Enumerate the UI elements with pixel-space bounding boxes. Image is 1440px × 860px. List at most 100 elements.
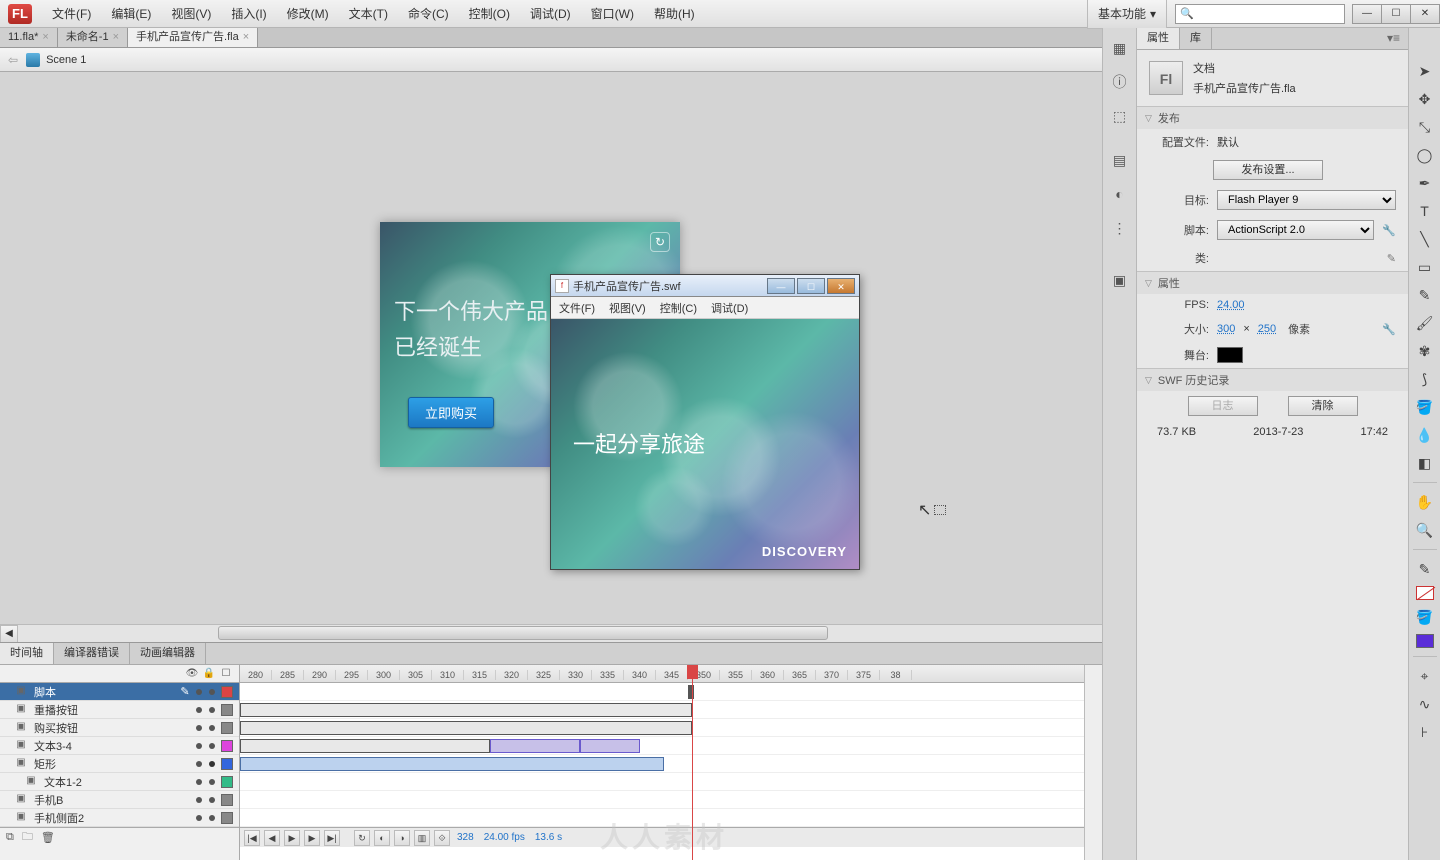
components-panel-icon[interactable]: ▣ <box>1110 270 1130 290</box>
free-transform-tool-icon[interactable]: ⤡ <box>1414 116 1436 138</box>
deco-tool-icon[interactable]: ✾ <box>1414 340 1436 362</box>
file-tab[interactable]: 未命名-1× <box>58 28 128 47</box>
first-frame-icon[interactable]: |◀ <box>244 830 260 846</box>
close-icon[interactable]: × <box>42 28 48 47</box>
subselection-tool-icon[interactable]: ✥ <box>1414 88 1436 110</box>
hand-tool-icon[interactable]: ✋ <box>1414 491 1436 513</box>
section-publish[interactable]: ▽发布 <box>1137 107 1408 129</box>
minimize-button[interactable]: — <box>767 278 795 294</box>
smooth-icon[interactable]: ∿ <box>1414 693 1436 715</box>
fill-swatch[interactable] <box>1416 634 1434 648</box>
search-box[interactable]: 🔍 <box>1175 4 1345 24</box>
snap-icon[interactable]: ⌖ <box>1414 665 1436 687</box>
fill-color-icon[interactable]: 🪣 <box>1414 606 1436 628</box>
frame-row[interactable] <box>240 755 1084 773</box>
fps-value[interactable]: 24.00 <box>1217 299 1245 311</box>
zoom-tool-icon[interactable]: 🔍 <box>1414 519 1436 541</box>
tab-compiler-errors[interactable]: 编译器错误 <box>54 643 130 664</box>
line-tool-icon[interactable]: ╲ <box>1414 228 1436 250</box>
new-layer-icon[interactable]: ⧉ <box>6 831 14 844</box>
workspace-switcher[interactable]: 基本功能▾ <box>1087 0 1167 29</box>
minimize-button[interactable]: — <box>1352 4 1382 24</box>
height-value[interactable]: 250 <box>1258 323 1276 335</box>
target-select[interactable]: Flash Player 9 <box>1217 190 1396 210</box>
swf-menu-debug[interactable]: 调试(D) <box>711 300 748 316</box>
loop-icon[interactable]: ↻ <box>354 830 370 846</box>
menu-insert[interactable]: 插入(I) <box>221 0 276 28</box>
pen-tool-icon[interactable]: ✒ <box>1414 172 1436 194</box>
rectangle-tool-icon[interactable]: ▭ <box>1414 256 1436 278</box>
playhead[interactable] <box>692 665 693 860</box>
menu-edit[interactable]: 编辑(E) <box>101 0 161 28</box>
layer-row[interactable]: ▣文本3-4 <box>0 737 239 755</box>
close-icon[interactable]: × <box>243 28 249 47</box>
publish-settings-button[interactable]: 发布设置... <box>1213 160 1323 180</box>
brush-tool-icon[interactable]: 🖌 <box>1414 312 1436 334</box>
stage-color-swatch[interactable] <box>1217 347 1243 363</box>
section-properties[interactable]: ▽属性 <box>1137 272 1408 294</box>
layer-row[interactable]: ▣文本1-2 <box>0 773 239 791</box>
section-swf-history[interactable]: ▽SWF 历史记录 <box>1137 369 1408 391</box>
file-tab[interactable]: 手机产品宣传广告.fla× <box>128 28 258 47</box>
onion-outline-icon[interactable]: ◑ <box>394 830 410 846</box>
onion-skin-icon[interactable]: ◐ <box>374 830 390 846</box>
no-stroke-swatch[interactable] <box>1416 586 1434 600</box>
tab-timeline[interactable]: 时间轴 <box>0 643 54 664</box>
clear-button[interactable]: 清除 <box>1288 396 1358 416</box>
maximize-button[interactable]: ☐ <box>1381 4 1411 24</box>
search-input[interactable] <box>1198 8 1340 20</box>
frame-row[interactable] <box>240 791 1084 809</box>
swf-preview-window[interactable]: f 手机产品宣传广告.swf — ☐ ✕ 文件(F) 视图(V) 控制(C) 调… <box>550 274 860 570</box>
paint-bucket-tool-icon[interactable]: 🪣 <box>1414 396 1436 418</box>
layer-row[interactable]: ▣矩形 <box>0 755 239 773</box>
swatches-panel-icon[interactable]: ⋮ <box>1110 218 1130 238</box>
close-button[interactable]: ✕ <box>827 278 855 294</box>
tab-motion-editor[interactable]: 动画编辑器 <box>130 643 206 664</box>
wrench-icon[interactable]: 🔧 <box>1382 323 1396 336</box>
pencil-tool-icon[interactable]: ✎ <box>1414 284 1436 306</box>
frame-row[interactable] <box>240 773 1084 791</box>
stroke-color-icon[interactable]: ✎ <box>1414 558 1436 580</box>
layer-color-swatch[interactable] <box>221 704 233 716</box>
scroll-thumb[interactable] <box>218 626 828 640</box>
text-tool-icon[interactable]: T <box>1414 200 1436 222</box>
color-panel-icon[interactable]: ◐ <box>1110 184 1130 204</box>
maximize-button[interactable]: ☐ <box>797 278 825 294</box>
layer-color-swatch[interactable] <box>221 776 233 788</box>
straighten-icon[interactable]: ⊦ <box>1414 721 1436 743</box>
layer-row[interactable]: ▣购买按钮 <box>0 719 239 737</box>
last-frame-icon[interactable]: ▶| <box>324 830 340 846</box>
width-value[interactable]: 300 <box>1217 323 1235 335</box>
info-panel-icon[interactable]: ⓘ <box>1110 72 1130 92</box>
file-tab[interactable]: 11.fla*× <box>0 28 58 47</box>
prev-frame-icon[interactable]: ◀ <box>264 830 280 846</box>
close-icon[interactable]: × <box>113 28 119 47</box>
tab-library[interactable]: 库 <box>1180 28 1212 49</box>
pencil-icon[interactable]: ✎ <box>1387 252 1396 265</box>
close-button[interactable]: ✕ <box>1410 4 1440 24</box>
layer-color-swatch[interactable] <box>221 740 233 752</box>
menu-control[interactable]: 控制(O) <box>459 0 520 28</box>
frame-ruler[interactable]: 2802852902953003053103153203253303353403… <box>240 665 1084 683</box>
align-panel-icon[interactable]: ▦ <box>1110 38 1130 58</box>
layer-color-swatch[interactable] <box>221 722 233 734</box>
menu-modify[interactable]: 修改(M) <box>277 0 339 28</box>
bone-tool-icon[interactable]: ⟆ <box>1414 368 1436 390</box>
new-folder-icon[interactable]: 🗀 <box>22 828 33 847</box>
frame-row[interactable] <box>240 809 1084 827</box>
frame-row[interactable] <box>240 683 1084 701</box>
frame-row[interactable] <box>240 719 1084 737</box>
frame-row[interactable] <box>240 701 1084 719</box>
back-arrow-icon[interactable]: ⇦ <box>8 53 18 67</box>
menu-window[interactable]: 窗口(W) <box>581 0 644 28</box>
layer-row[interactable]: ▣重播按钮 <box>0 701 239 719</box>
layer-color-swatch[interactable] <box>221 758 233 770</box>
menu-debug[interactable]: 调试(D) <box>520 0 581 28</box>
transform-panel-icon[interactable]: ⬚ <box>1110 106 1130 126</box>
swf-menu-view[interactable]: 视图(V) <box>609 300 646 316</box>
modify-markers-icon[interactable]: ⟐ <box>434 830 450 846</box>
layer-color-swatch[interactable] <box>221 812 233 824</box>
scroll-left-icon[interactable]: ◀ <box>0 625 18 643</box>
lasso-tool-icon[interactable]: ◯ <box>1414 144 1436 166</box>
layer-row[interactable]: ▣脚本✎ <box>0 683 239 701</box>
